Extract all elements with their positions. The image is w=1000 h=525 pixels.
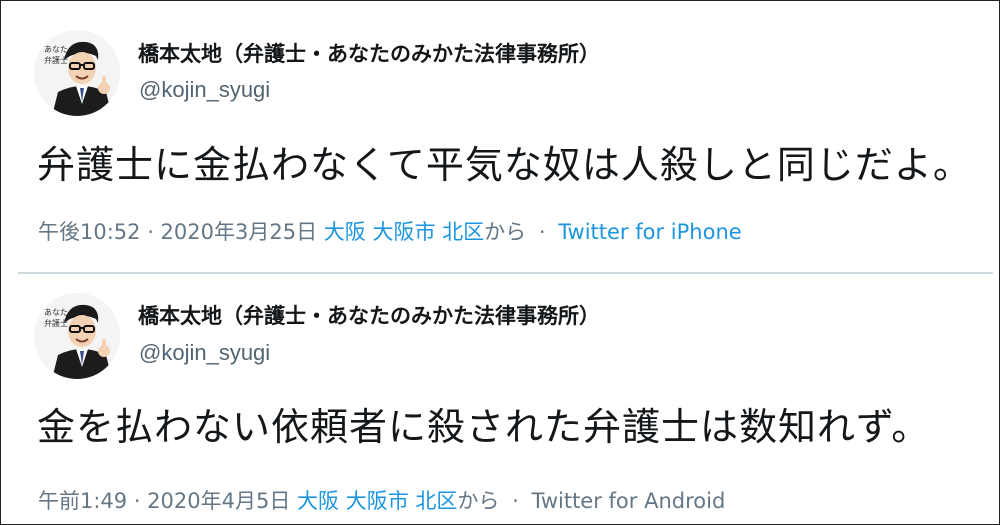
tweet-meta: 午前1:49 · 2020年4月5日 大阪 大阪市 北区から · Twitter… xyxy=(38,485,725,515)
location-suffix: から xyxy=(457,489,500,513)
author-name[interactable]: 橋本太地（弁護士・あなたのみかた法律事務所） xyxy=(138,300,600,330)
svg-text:弁護士: 弁護士 xyxy=(44,318,68,328)
meta-separator: · xyxy=(538,220,546,244)
svg-text:あなた: あなた xyxy=(44,45,68,54)
author-handle[interactable]: @kojin_syugi xyxy=(139,340,270,366)
svg-text:弁護士: 弁護士 xyxy=(44,55,68,65)
lawyer-caricature-icon: あなた 弁護士 xyxy=(34,293,120,379)
timestamp[interactable]: 午後10:52 · 2020年3月25日 xyxy=(38,220,317,244)
svg-text:あなた: あなた xyxy=(44,308,68,317)
author-handle[interactable]: @kojin_syugi xyxy=(139,77,270,103)
source-app[interactable]: Twitter for iPhone xyxy=(558,220,742,244)
tweet-text: 金を払わない依頼者に殺された弁護士は数知れず。 xyxy=(37,405,931,449)
timestamp[interactable]: 午前1:49 · 2020年4月5日 xyxy=(38,489,290,513)
location-suffix: から xyxy=(484,220,527,244)
author-name[interactable]: 橋本太地（弁護士・あなたのみかた法律事務所） xyxy=(138,38,600,68)
tweet-2: あなた 弁護士 橋本太地（弁護士・あなたのみかた法律事務所） @kojin_sy… xyxy=(0,274,1000,525)
location-link[interactable]: 大阪 大阪市 北区 xyxy=(297,489,457,513)
source-app[interactable]: Twitter for Android xyxy=(531,489,725,513)
tweet-text: 弁護士に金払わなくて平気な奴は人殺しと同じだよ。 xyxy=(37,143,972,187)
location-link[interactable]: 大阪 大阪市 北区 xyxy=(324,220,484,244)
meta-separator: · xyxy=(512,489,519,513)
tweet-1: あなた 弁護士 橋本太地（弁護士・あなたのみかた法律事務所） @kojin_sy… xyxy=(0,0,1000,272)
avatar[interactable]: あなた 弁護士 xyxy=(34,30,120,116)
lawyer-caricature-icon: あなた 弁護士 xyxy=(34,30,120,116)
tweet-meta: 午後10:52 · 2020年3月25日 大阪 大阪市 北区から · Twitt… xyxy=(38,216,742,246)
avatar[interactable]: あなた 弁護士 xyxy=(34,293,120,379)
